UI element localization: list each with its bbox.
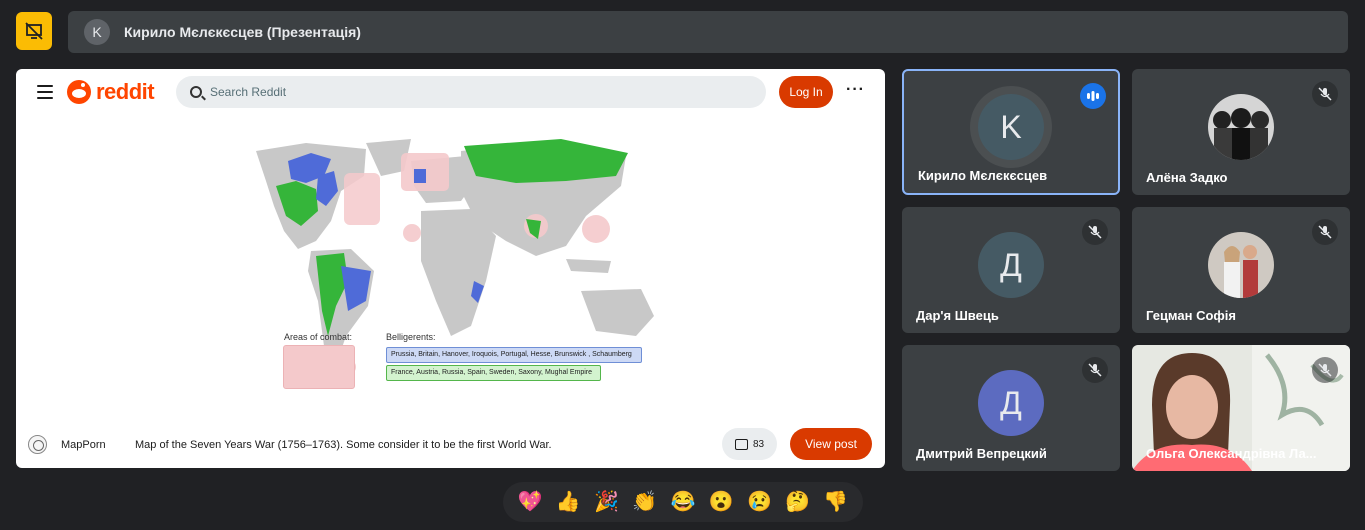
- participant-name: Гецман Софія: [1146, 308, 1236, 323]
- view-post-button[interactable]: View post: [790, 428, 872, 460]
- presentation-title: Кирило Мєлєкєсцев (Презентація): [124, 24, 361, 40]
- mic-off-icon: [1082, 219, 1108, 245]
- map-australia: [581, 289, 654, 336]
- reaction-party-popper[interactable]: 🎉: [594, 492, 619, 512]
- map-africa: [421, 209, 496, 336]
- belligerents-blue-side: Prussia, Britain, Hanover, Iroquois, Por…: [386, 347, 642, 363]
- presentation-off-icon: [25, 22, 43, 40]
- presenter-avatar: K: [84, 19, 110, 45]
- map-blue-europe: [414, 169, 426, 183]
- map-green-russia: [464, 139, 628, 183]
- reaction-sparkling-heart[interactable]: 💖: [518, 492, 543, 512]
- post-info-bar: MapPorn Map of the Seven Years War (1756…: [16, 426, 885, 468]
- map-combat-philippines: [582, 215, 610, 243]
- participant-name: Кирило Мєлєкєсцев: [918, 168, 1048, 183]
- participant-photo: [1208, 94, 1274, 160]
- participant-name: Дар'я Швець: [916, 308, 999, 323]
- participant-avatar: Д: [978, 232, 1044, 298]
- mic-off-icon: [1312, 219, 1338, 245]
- mic-off-icon: [1082, 357, 1108, 383]
- participant-tile[interactable]: Гецман Софія: [1132, 207, 1350, 333]
- speaking-indicator-icon: [1080, 83, 1106, 109]
- participant-tile[interactable]: K Кирило Мєлєкєсцев: [902, 69, 1120, 195]
- participant-tile[interactable]: Д Дмитрий Вепрецкий: [902, 345, 1120, 471]
- presentation-screen: reddit Log In ···: [16, 69, 885, 468]
- menu-icon[interactable]: [37, 85, 53, 99]
- mic-off-icon: [1312, 357, 1338, 383]
- participant-avatar: K: [978, 94, 1044, 160]
- map-combat-na: [344, 173, 380, 225]
- more-options-icon[interactable]: ···: [846, 81, 865, 99]
- login-button[interactable]: Log In: [779, 76, 833, 108]
- reaction-thinking[interactable]: 🤔: [785, 492, 810, 512]
- reaction-crying[interactable]: 😢: [747, 492, 772, 512]
- belligerents-green-side: France, Austria, Russia, Spain, Sweden, …: [386, 365, 601, 381]
- search-input[interactable]: [210, 85, 610, 99]
- reddit-logo-icon[interactable]: [67, 80, 91, 104]
- belligerents-label: Belligerents:: [386, 332, 436, 342]
- reddit-logo-text[interactable]: reddit: [96, 79, 155, 105]
- participant-name: Алёна Задко: [1146, 170, 1228, 185]
- subreddit-icon[interactable]: [28, 435, 47, 454]
- combat-legend-swatch: [283, 345, 355, 389]
- participant-photo: [1208, 232, 1274, 298]
- comment-icon: [734, 438, 748, 450]
- search-icon: [190, 86, 202, 98]
- reaction-thumbs-down[interactable]: 👎: [823, 492, 848, 512]
- participant-tile[interactable]: Д Дар'я Швець: [902, 207, 1120, 333]
- hide-presentation-button[interactable]: [16, 12, 52, 50]
- subreddit-name[interactable]: MapPorn: [61, 439, 106, 451]
- comments-button[interactable]: 83: [722, 428, 777, 460]
- presentation-title-bar: K Кирило Мєлєкєсцев (Презентація): [68, 11, 1348, 53]
- search-bar[interactable]: [176, 76, 766, 108]
- areas-of-combat-label: Areas of combat:: [284, 332, 353, 342]
- mic-off-icon: [1312, 81, 1338, 107]
- reaction-thumbs-up[interactable]: 👍: [556, 492, 581, 512]
- participant-name: Ольга Олександрівна Ла...: [1146, 446, 1317, 461]
- participant-tile[interactable]: Ольга Олександрівна Ла...: [1132, 345, 1350, 471]
- map-combat-west-africa: [403, 224, 421, 242]
- post-title[interactable]: Map of the Seven Years War (1756–1763). …: [135, 439, 552, 451]
- participant-avatar: Д: [978, 370, 1044, 436]
- reaction-surprised[interactable]: 😮: [709, 492, 734, 512]
- reaction-laughing[interactable]: 😂: [671, 492, 696, 512]
- participant-tile[interactable]: Алёна Задко: [1132, 69, 1350, 195]
- participant-name: Дмитрий Вепрецкий: [916, 446, 1047, 461]
- reaction-clapping[interactable]: 👏: [632, 492, 657, 512]
- map-indonesia: [566, 259, 611, 273]
- comment-count: 83: [752, 438, 765, 450]
- reactions-bar: 💖 👍 🎉 👏 😂 😮 😢 🤔 👎: [503, 482, 863, 522]
- reddit-header: reddit Log In ···: [16, 69, 885, 115]
